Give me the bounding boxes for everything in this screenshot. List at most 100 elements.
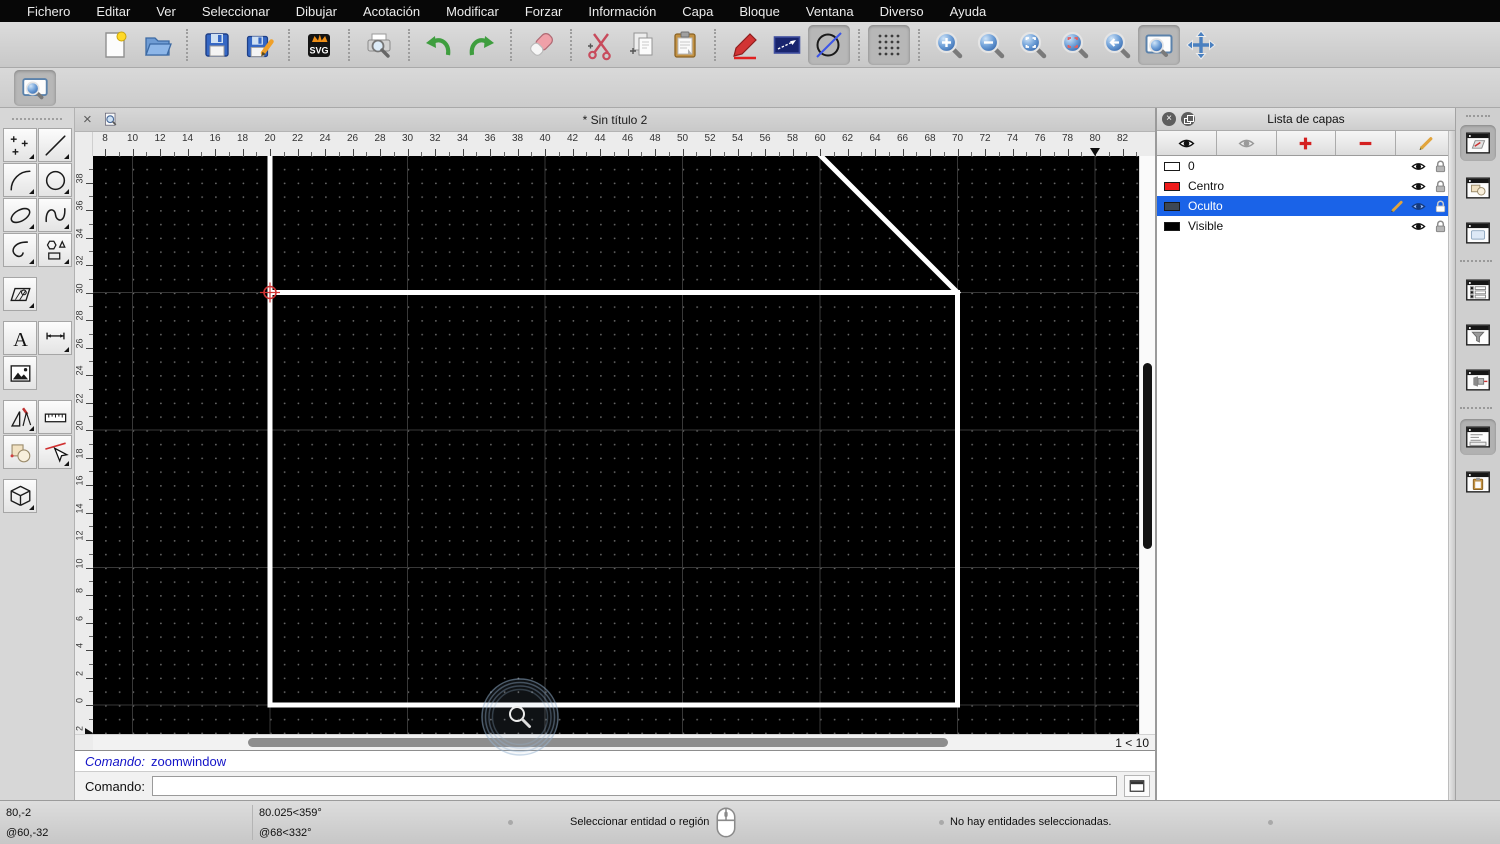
horizontal-scrollbar-thumb[interactable] <box>248 738 948 747</box>
draft-mode-button[interactable] <box>808 24 850 65</box>
layer-edit-icon[interactable] <box>1389 199 1404 214</box>
layer-row-oculto[interactable]: Oculto <box>1157 196 1455 216</box>
menu-forzar[interactable]: Forzar <box>512 4 576 19</box>
show-all-layers-button[interactable] <box>1157 131 1217 155</box>
tool-image-button[interactable] <box>3 356 37 390</box>
command-input[interactable] <box>151 776 1117 796</box>
print-preview-button[interactable] <box>358 25 400 65</box>
tool-polygon-button[interactable] <box>38 233 72 267</box>
zoom-out-button[interactable] <box>970 25 1012 65</box>
tool-ellipse-button[interactable] <box>3 198 37 232</box>
layer-visibility-icon[interactable] <box>1411 219 1426 234</box>
tool-line-button[interactable] <box>38 128 72 162</box>
layer-visibility-icon[interactable] <box>1411 179 1426 194</box>
drawing-canvas[interactable] <box>93 156 1139 756</box>
menu-acotación[interactable]: Acotación <box>350 4 433 19</box>
edit-layer-button[interactable] <box>1396 131 1455 155</box>
tool-circle-button[interactable] <box>38 163 72 197</box>
tool-modify-button[interactable] <box>3 435 37 469</box>
tool-spline-button[interactable] <box>38 198 72 232</box>
tool-arc-button[interactable] <box>3 163 37 197</box>
dock-command-line-button[interactable] <box>1460 419 1496 455</box>
main-toolbar <box>0 22 1500 68</box>
tool-draw-misc-button[interactable] <box>3 400 37 434</box>
layer-lock-icon[interactable] <box>1433 159 1448 174</box>
ruler-tick <box>86 622 93 624</box>
tool-3d-box-button[interactable] <box>3 479 37 513</box>
snap-grid-button[interactable] <box>868 24 910 65</box>
menu-seleccionar[interactable]: Seleccionar <box>189 4 283 19</box>
export-svg-button[interactable] <box>298 25 340 65</box>
menu-información[interactable]: Información <box>575 4 669 19</box>
strip-drag-handle[interactable] <box>1466 115 1490 117</box>
menu-ventana[interactable]: Ventana <box>793 4 867 19</box>
distance-info-button[interactable] <box>766 25 808 65</box>
layer-visibility-icon[interactable] <box>1411 199 1426 214</box>
undo-button[interactable] <box>418 25 460 65</box>
copy-button[interactable] <box>622 25 664 65</box>
ruler-label: 40 <box>539 133 551 144</box>
palette-drag-handle[interactable] <box>12 118 62 120</box>
layer-row-visible[interactable]: Visible <box>1157 216 1455 236</box>
zoom-window-button[interactable] <box>1138 24 1180 65</box>
new-file-button[interactable] <box>94 25 136 65</box>
vertical-scrollbar[interactable] <box>1139 156 1155 734</box>
menu-bloque[interactable]: Bloque <box>726 4 792 19</box>
layer-visibility-icon[interactable] <box>1411 159 1426 174</box>
paste-button[interactable] <box>664 25 706 65</box>
tool-text-button[interactable] <box>3 321 37 355</box>
dock-selection-filter-button[interactable] <box>1460 317 1496 353</box>
dock-entity-list-button[interactable] <box>1460 272 1496 308</box>
cut-button[interactable] <box>580 25 622 65</box>
tool-polyline-button[interactable] <box>3 233 37 267</box>
panel-close-icon[interactable]: × <box>1162 112 1176 126</box>
dock-projection-button[interactable] <box>1460 362 1496 398</box>
tool-select-button[interactable] <box>38 435 72 469</box>
command-detach-button[interactable] <box>1124 775 1150 797</box>
dock-block-list-button[interactable] <box>1460 170 1496 206</box>
remove-layer-button[interactable] <box>1336 131 1397 155</box>
layer-lock-icon[interactable] <box>1433 219 1448 234</box>
menu-ver[interactable]: Ver <box>143 4 189 19</box>
ruler-label: 8 <box>102 133 108 144</box>
layer-lock-icon[interactable] <box>1433 179 1448 194</box>
tool-measure-button[interactable] <box>38 400 72 434</box>
layer-row-centro[interactable]: Centro <box>1157 176 1455 196</box>
add-layer-button[interactable] <box>1277 131 1337 155</box>
tool-hatch-icon <box>7 281 34 308</box>
tool-dimension-button[interactable] <box>38 321 72 355</box>
tool-points-button[interactable] <box>3 128 37 162</box>
zoom-pan-button[interactable] <box>1180 25 1222 65</box>
save-button[interactable] <box>196 25 238 65</box>
tool-hatch-button[interactable] <box>3 277 37 311</box>
zoom-auto-button[interactable] <box>1012 25 1054 65</box>
hide-all-layers-button[interactable] <box>1217 131 1277 155</box>
layer-lock-icon[interactable] <box>1433 199 1448 214</box>
menu-dibujar[interactable]: Dibujar <box>283 4 350 19</box>
menu-capa[interactable]: Capa <box>669 4 726 19</box>
redo-button[interactable] <box>460 25 502 65</box>
save-as-button[interactable] <box>238 25 280 65</box>
redo-icon <box>465 29 497 61</box>
dock-clipboard-button[interactable] <box>1460 464 1496 500</box>
menu-diverso[interactable]: Diverso <box>867 4 937 19</box>
zoom-previous-button[interactable] <box>1096 25 1138 65</box>
panel-float-icon[interactable] <box>1181 112 1195 126</box>
menu-modificar[interactable]: Modificar <box>433 4 512 19</box>
delete-button[interactable] <box>520 25 562 65</box>
panel-scrollbar-gutter[interactable] <box>1448 131 1455 800</box>
horizontal-scrollbar[interactable] <box>93 735 1100 750</box>
zoom-window-option-button[interactable] <box>14 69 56 106</box>
menu-editar[interactable]: Editar <box>83 4 143 19</box>
menu-fichero[interactable]: Fichero <box>14 4 83 19</box>
open-file-button[interactable] <box>136 25 178 65</box>
layer-row-0[interactable]: 0 <box>1157 156 1455 176</box>
vertical-scrollbar-thumb[interactable] <box>1143 363 1152 549</box>
zoom-selection-button[interactable] <box>1054 25 1096 65</box>
document-tab-bar: × * Sin título 2 <box>75 108 1155 132</box>
dock-layer-list-button[interactable] <box>1460 125 1496 161</box>
pen-attributes-button[interactable] <box>724 25 766 65</box>
dock-library-browser-button[interactable] <box>1460 215 1496 251</box>
zoom-in-button[interactable] <box>928 25 970 65</box>
menu-ayuda[interactable]: Ayuda <box>937 4 1000 19</box>
